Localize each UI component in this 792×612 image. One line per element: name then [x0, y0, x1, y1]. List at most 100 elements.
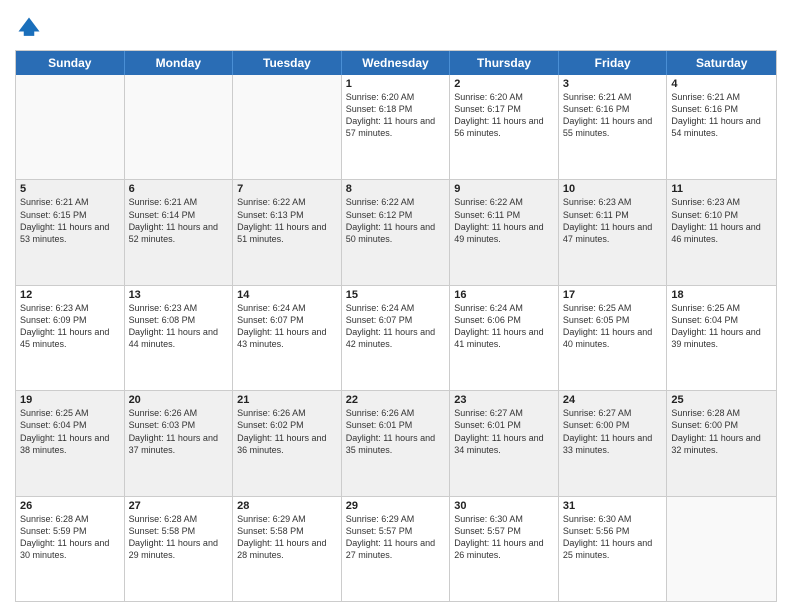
calendar-cell-r0-c6: 4Sunrise: 6:21 AM Sunset: 6:16 PM Daylig… [667, 75, 776, 179]
calendar-cell-r3-c2: 21Sunrise: 6:26 AM Sunset: 6:02 PM Dayli… [233, 391, 342, 495]
calendar-cell-r0-c5: 3Sunrise: 6:21 AM Sunset: 6:16 PM Daylig… [559, 75, 668, 179]
day-number-13: 13 [129, 289, 229, 301]
cell-info-24: Sunrise: 6:27 AM Sunset: 6:00 PM Dayligh… [563, 407, 663, 456]
calendar-cell-r2-c6: 18Sunrise: 6:25 AM Sunset: 6:04 PM Dayli… [667, 286, 776, 390]
cell-info-10: Sunrise: 6:23 AM Sunset: 6:11 PM Dayligh… [563, 196, 663, 245]
calendar-cell-r2-c1: 13Sunrise: 6:23 AM Sunset: 6:08 PM Dayli… [125, 286, 234, 390]
calendar-cell-r3-c4: 23Sunrise: 6:27 AM Sunset: 6:01 PM Dayli… [450, 391, 559, 495]
day-number-12: 12 [20, 289, 120, 301]
cell-info-6: Sunrise: 6:21 AM Sunset: 6:14 PM Dayligh… [129, 196, 229, 245]
calendar-header: Sunday Monday Tuesday Wednesday Thursday… [16, 51, 776, 75]
cell-info-23: Sunrise: 6:27 AM Sunset: 6:01 PM Dayligh… [454, 407, 554, 456]
calendar-cell-r2-c3: 15Sunrise: 6:24 AM Sunset: 6:07 PM Dayli… [342, 286, 451, 390]
day-number-15: 15 [346, 289, 446, 301]
calendar-row-3: 19Sunrise: 6:25 AM Sunset: 6:04 PM Dayli… [16, 390, 776, 495]
cell-info-28: Sunrise: 6:29 AM Sunset: 5:58 PM Dayligh… [237, 513, 337, 562]
cell-info-26: Sunrise: 6:28 AM Sunset: 5:59 PM Dayligh… [20, 513, 120, 562]
calendar-cell-r2-c2: 14Sunrise: 6:24 AM Sunset: 6:07 PM Dayli… [233, 286, 342, 390]
day-number-23: 23 [454, 394, 554, 406]
header-tuesday: Tuesday [233, 51, 342, 75]
calendar-cell-r4-c4: 30Sunrise: 6:30 AM Sunset: 5:57 PM Dayli… [450, 497, 559, 601]
calendar-cell-r1-c5: 10Sunrise: 6:23 AM Sunset: 6:11 PM Dayli… [559, 180, 668, 284]
day-number-17: 17 [563, 289, 663, 301]
day-number-21: 21 [237, 394, 337, 406]
calendar-cell-r0-c2 [233, 75, 342, 179]
calendar-cell-r3-c1: 20Sunrise: 6:26 AM Sunset: 6:03 PM Dayli… [125, 391, 234, 495]
day-number-20: 20 [129, 394, 229, 406]
cell-info-31: Sunrise: 6:30 AM Sunset: 5:56 PM Dayligh… [563, 513, 663, 562]
day-number-11: 11 [671, 183, 772, 195]
day-number-5: 5 [20, 183, 120, 195]
day-number-2: 2 [454, 78, 554, 90]
calendar-cell-r1-c2: 7Sunrise: 6:22 AM Sunset: 6:13 PM Daylig… [233, 180, 342, 284]
calendar-cell-r2-c4: 16Sunrise: 6:24 AM Sunset: 6:06 PM Dayli… [450, 286, 559, 390]
cell-info-1: Sunrise: 6:20 AM Sunset: 6:18 PM Dayligh… [346, 91, 446, 140]
calendar-cell-r3-c6: 25Sunrise: 6:28 AM Sunset: 6:00 PM Dayli… [667, 391, 776, 495]
cell-info-8: Sunrise: 6:22 AM Sunset: 6:12 PM Dayligh… [346, 196, 446, 245]
cell-info-5: Sunrise: 6:21 AM Sunset: 6:15 PM Dayligh… [20, 196, 120, 245]
calendar-cell-r1-c1: 6Sunrise: 6:21 AM Sunset: 6:14 PM Daylig… [125, 180, 234, 284]
day-number-14: 14 [237, 289, 337, 301]
day-number-22: 22 [346, 394, 446, 406]
calendar-body: 1Sunrise: 6:20 AM Sunset: 6:18 PM Daylig… [16, 75, 776, 601]
header-friday: Friday [559, 51, 668, 75]
calendar-cell-r0-c0 [16, 75, 125, 179]
cell-info-19: Sunrise: 6:25 AM Sunset: 6:04 PM Dayligh… [20, 407, 120, 456]
day-number-7: 7 [237, 183, 337, 195]
calendar-cell-r4-c2: 28Sunrise: 6:29 AM Sunset: 5:58 PM Dayli… [233, 497, 342, 601]
header-saturday: Saturday [667, 51, 776, 75]
calendar-row-4: 26Sunrise: 6:28 AM Sunset: 5:59 PM Dayli… [16, 496, 776, 601]
day-number-31: 31 [563, 500, 663, 512]
cell-info-29: Sunrise: 6:29 AM Sunset: 5:57 PM Dayligh… [346, 513, 446, 562]
cell-info-11: Sunrise: 6:23 AM Sunset: 6:10 PM Dayligh… [671, 196, 772, 245]
day-number-6: 6 [129, 183, 229, 195]
logo [15, 14, 47, 42]
calendar-cell-r1-c0: 5Sunrise: 6:21 AM Sunset: 6:15 PM Daylig… [16, 180, 125, 284]
calendar-row-1: 5Sunrise: 6:21 AM Sunset: 6:15 PM Daylig… [16, 179, 776, 284]
calendar: Sunday Monday Tuesday Wednesday Thursday… [15, 50, 777, 602]
logo-icon [15, 14, 43, 42]
day-number-26: 26 [20, 500, 120, 512]
day-number-9: 9 [454, 183, 554, 195]
day-number-4: 4 [671, 78, 772, 90]
day-number-1: 1 [346, 78, 446, 90]
calendar-cell-r4-c6 [667, 497, 776, 601]
cell-info-30: Sunrise: 6:30 AM Sunset: 5:57 PM Dayligh… [454, 513, 554, 562]
day-number-10: 10 [563, 183, 663, 195]
cell-info-25: Sunrise: 6:28 AM Sunset: 6:00 PM Dayligh… [671, 407, 772, 456]
calendar-cell-r1-c3: 8Sunrise: 6:22 AM Sunset: 6:12 PM Daylig… [342, 180, 451, 284]
cell-info-22: Sunrise: 6:26 AM Sunset: 6:01 PM Dayligh… [346, 407, 446, 456]
day-number-25: 25 [671, 394, 772, 406]
cell-info-14: Sunrise: 6:24 AM Sunset: 6:07 PM Dayligh… [237, 302, 337, 351]
cell-info-4: Sunrise: 6:21 AM Sunset: 6:16 PM Dayligh… [671, 91, 772, 140]
cell-info-12: Sunrise: 6:23 AM Sunset: 6:09 PM Dayligh… [20, 302, 120, 351]
calendar-cell-r1-c4: 9Sunrise: 6:22 AM Sunset: 6:11 PM Daylig… [450, 180, 559, 284]
cell-info-2: Sunrise: 6:20 AM Sunset: 6:17 PM Dayligh… [454, 91, 554, 140]
calendar-cell-r3-c0: 19Sunrise: 6:25 AM Sunset: 6:04 PM Dayli… [16, 391, 125, 495]
calendar-cell-r1-c6: 11Sunrise: 6:23 AM Sunset: 6:10 PM Dayli… [667, 180, 776, 284]
calendar-cell-r4-c3: 29Sunrise: 6:29 AM Sunset: 5:57 PM Dayli… [342, 497, 451, 601]
day-number-29: 29 [346, 500, 446, 512]
calendar-cell-r4-c1: 27Sunrise: 6:28 AM Sunset: 5:58 PM Dayli… [125, 497, 234, 601]
header-sunday: Sunday [16, 51, 125, 75]
calendar-cell-r0-c3: 1Sunrise: 6:20 AM Sunset: 6:18 PM Daylig… [342, 75, 451, 179]
cell-info-27: Sunrise: 6:28 AM Sunset: 5:58 PM Dayligh… [129, 513, 229, 562]
day-number-8: 8 [346, 183, 446, 195]
header-wednesday: Wednesday [342, 51, 451, 75]
calendar-cell-r3-c5: 24Sunrise: 6:27 AM Sunset: 6:00 PM Dayli… [559, 391, 668, 495]
cell-info-17: Sunrise: 6:25 AM Sunset: 6:05 PM Dayligh… [563, 302, 663, 351]
calendar-cell-r4-c0: 26Sunrise: 6:28 AM Sunset: 5:59 PM Dayli… [16, 497, 125, 601]
cell-info-20: Sunrise: 6:26 AM Sunset: 6:03 PM Dayligh… [129, 407, 229, 456]
calendar-cell-r2-c5: 17Sunrise: 6:25 AM Sunset: 6:05 PM Dayli… [559, 286, 668, 390]
cell-info-3: Sunrise: 6:21 AM Sunset: 6:16 PM Dayligh… [563, 91, 663, 140]
cell-info-7: Sunrise: 6:22 AM Sunset: 6:13 PM Dayligh… [237, 196, 337, 245]
cell-info-13: Sunrise: 6:23 AM Sunset: 6:08 PM Dayligh… [129, 302, 229, 351]
cell-info-16: Sunrise: 6:24 AM Sunset: 6:06 PM Dayligh… [454, 302, 554, 351]
day-number-16: 16 [454, 289, 554, 301]
calendar-cell-r3-c3: 22Sunrise: 6:26 AM Sunset: 6:01 PM Dayli… [342, 391, 451, 495]
day-number-19: 19 [20, 394, 120, 406]
header-thursday: Thursday [450, 51, 559, 75]
calendar-cell-r4-c5: 31Sunrise: 6:30 AM Sunset: 5:56 PM Dayli… [559, 497, 668, 601]
cell-info-18: Sunrise: 6:25 AM Sunset: 6:04 PM Dayligh… [671, 302, 772, 351]
header-monday: Monday [125, 51, 234, 75]
